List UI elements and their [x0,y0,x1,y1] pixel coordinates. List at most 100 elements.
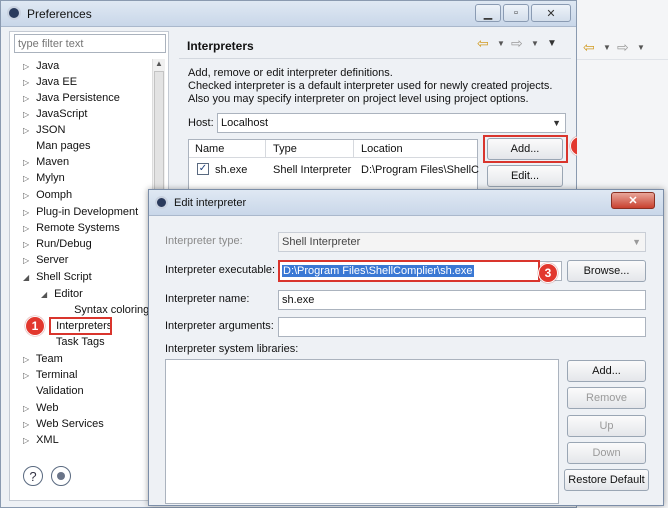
expand-arrow-icon[interactable]: ▷ [23,172,33,186]
tree-item-validation[interactable]: Validation [23,384,84,398]
record-dot-icon [57,472,65,480]
bg-back-arrow-icon: ⇦ [583,39,595,55]
expand-arrow-icon[interactable]: ▷ [23,254,33,268]
restore-default-button[interactable]: Restore Default [564,469,649,491]
expand-arrow-icon[interactable]: ▷ [23,92,33,106]
expand-arrow-icon[interactable]: ▷ [23,60,33,74]
scroll-up-arrow-icon[interactable]: ▲ [155,59,163,68]
dialog-close-button[interactable]: ✕ [611,192,655,209]
expand-arrow-icon[interactable]: ▷ [23,418,33,432]
expand-arrow-icon[interactable]: ▷ [23,206,33,220]
tree-item-mylyn[interactable]: ▷ Mylyn [23,171,65,186]
libraries-list[interactable] [165,359,559,504]
dialog-title: Edit interpreter [174,197,247,209]
browse-button[interactable]: Browse... [567,260,646,282]
tree-item-java-persistence[interactable]: ▷ Java Persistence [23,91,120,106]
forward-dropdown-icon[interactable]: ▼ [531,39,539,48]
preferences-title-bar: Preferences ▁ ▫ ✕ [1,1,576,27]
expand-arrow-icon[interactable]: ▷ [23,156,33,170]
expand-arrow-icon[interactable]: ▷ [23,108,33,122]
column-header-location[interactable]: Location [361,143,403,155]
tree-item-web-services[interactable]: ▷ Web Services [23,417,104,432]
filter-input[interactable] [14,34,166,53]
type-label: Interpreter type: [165,235,243,247]
column-divider [353,140,354,158]
default-checkbox[interactable]: ✓ [197,163,209,175]
tree-item-shell-script[interactable]: ◢ Shell Script [23,270,92,285]
scroll-thumb[interactable] [154,71,164,191]
view-menu-icon[interactable]: ▼ [547,38,557,49]
expand-arrow-icon[interactable]: ▷ [23,238,33,252]
interpreter-arguments-input[interactable] [278,317,646,337]
bg-forward-arrow-icon: ⇨ [617,39,629,55]
description-line-3: Also you may specify interpreter on proj… [188,93,529,105]
expand-arrow-icon[interactable]: ▷ [23,402,33,416]
expand-arrow-icon[interactable]: ▷ [23,124,33,138]
minimize-button[interactable]: ▁ [475,4,501,22]
library-down-button[interactable]: Down [567,442,646,464]
tree-item-web[interactable]: ▷ Web [23,401,58,416]
background-toolbar: ⇦ ▼ ⇨ ▼ [577,36,668,60]
expand-arrow-icon[interactable]: ▷ [23,434,33,448]
library-up-button[interactable]: Up [567,415,646,437]
page-title: Interpreters [187,39,254,53]
collapse-arrow-icon[interactable]: ◢ [41,288,51,302]
back-dropdown-icon[interactable]: ▼ [497,39,505,48]
collapse-arrow-icon[interactable]: ◢ [23,271,33,285]
tree-item-plugin-development[interactable]: ▷ Plug-in Development [23,205,138,220]
tree-item-java[interactable]: ▷ Java [23,59,59,74]
tree-item-java-ee[interactable]: ▷ Java EE [23,75,77,90]
tree-item-json[interactable]: ▷ JSON [23,123,65,138]
host-select[interactable]: Localhost ▼ [217,113,566,133]
maximize-button[interactable]: ▫ [503,4,529,22]
close-button[interactable]: ✕ [531,4,571,22]
help-icon[interactable]: ? [23,466,43,486]
tree-item-javascript[interactable]: ▷ JavaScript [23,107,87,122]
tree-item-xml[interactable]: ▷ XML [23,433,59,448]
tree-item-task-tags[interactable]: Task Tags [43,335,105,349]
library-remove-button[interactable]: Remove [567,387,646,409]
arguments-label: Interpreter arguments: [165,320,274,332]
dropdown-arrow-icon: ▼ [632,237,641,247]
expand-arrow-icon[interactable]: ▷ [23,76,33,90]
name-label: Interpreter name: [165,293,250,305]
dialog-app-icon [155,196,168,209]
tree-item-syntax-coloring[interactable]: Syntax coloring [61,303,149,317]
expand-arrow-icon[interactable]: ▷ [23,353,33,367]
libraries-label: Interpreter system libraries: [165,343,299,355]
description-line-1: Add, remove or edit interpreter definiti… [188,67,393,79]
column-header-type[interactable]: Type [273,143,297,155]
library-add-button[interactable]: Add... [567,360,646,382]
expand-arrow-icon[interactable]: ▷ [23,369,33,383]
column-header-name[interactable]: Name [195,143,224,155]
edit-interpreter-button[interactable]: Edit... [487,165,563,187]
page-header: Interpreters ⇦ ▼ ⇨ ▼ ▼ [179,31,571,59]
forward-arrow-icon[interactable]: ⇨ [511,35,523,52]
row-type: Shell Interpreter [273,164,352,176]
highlight-add-button [483,135,568,163]
tree-scrollbar[interactable]: ▲ [152,59,165,199]
tree-item-editor[interactable]: ◢ Editor [41,287,83,302]
table-header: Name Type Location [189,140,477,158]
tree-item-terminal[interactable]: ▷ Terminal [23,368,77,383]
edit-interpreter-dialog: Edit interpreter ✕ Interpreter type: She… [148,189,664,506]
tree-item-maven[interactable]: ▷ Maven [23,155,69,170]
tree-item-oomph[interactable]: ▷ Oomph [23,188,72,203]
executable-label: Interpreter executable: [165,264,276,276]
back-arrow-icon[interactable]: ⇦ [477,35,489,52]
record-icon[interactable] [51,466,71,486]
dropdown-arrow-icon[interactable]: ▼ [552,114,561,132]
expand-arrow-icon[interactable]: ▷ [23,222,33,236]
tree-item-remote-systems[interactable]: ▷ Remote Systems [23,221,120,236]
interpreter-name-input[interactable]: sh.exe [278,290,646,310]
tree-item-man-pages[interactable]: Man pages [23,139,90,153]
highlight-interpreters [49,317,112,335]
bg-back-dropdown-icon: ▼ [603,43,611,52]
expand-arrow-icon[interactable]: ▷ [23,189,33,203]
step-marker-1: 1 [25,316,45,336]
tree-item-run-debug[interactable]: ▷ Run/Debug [23,237,92,252]
table-row[interactable]: ✓ sh.exe Shell Interpreter D:\Program Fi… [189,161,479,179]
tree-item-server[interactable]: ▷ Server [23,253,68,268]
type-select: Shell Interpreter ▼ [278,232,646,252]
tree-item-team[interactable]: ▷ Team [23,352,63,367]
